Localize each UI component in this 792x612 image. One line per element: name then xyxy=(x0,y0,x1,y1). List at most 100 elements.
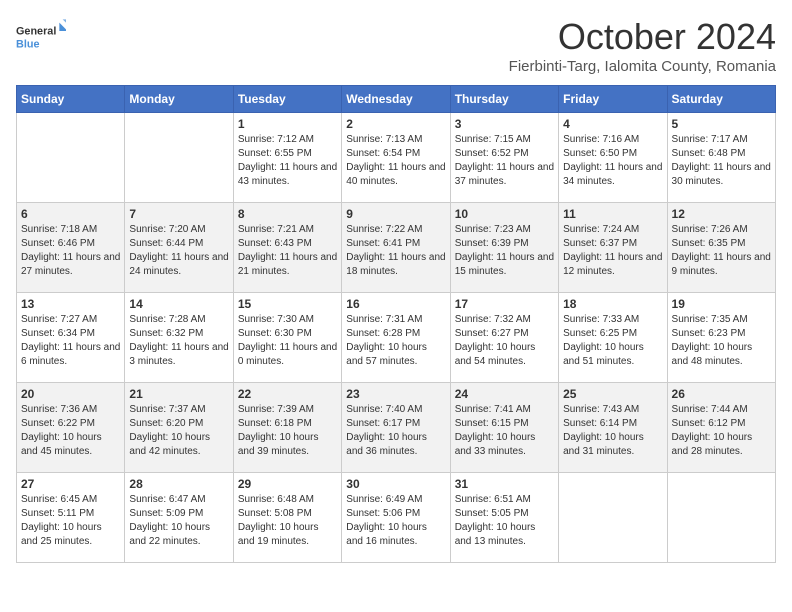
calendar-cell: 22 Sunrise: 7:39 AM Sunset: 6:18 PM Dayli… xyxy=(233,383,341,473)
day-info: Sunrise: 7:21 AM Sunset: 6:43 PM Dayligh… xyxy=(238,223,337,279)
calendar-cell: 23 Sunrise: 7:40 AM Sunset: 6:17 PM Dayli… xyxy=(342,383,450,473)
day-info: Sunrise: 6:47 AM Sunset: 5:09 PM Dayligh… xyxy=(129,493,228,549)
week-row-3: 13 Sunrise: 7:27 AM Sunset: 6:34 PM Dayli… xyxy=(17,293,776,383)
day-info: Sunrise: 6:45 AM Sunset: 5:11 PM Dayligh… xyxy=(21,493,120,549)
calendar-cell: 28 Sunrise: 6:47 AM Sunset: 5:09 PM Dayli… xyxy=(125,473,233,563)
week-row-4: 20 Sunrise: 7:36 AM Sunset: 6:22 PM Dayli… xyxy=(17,383,776,473)
day-number: 16 xyxy=(346,297,445,311)
day-number: 31 xyxy=(455,477,554,491)
day-number: 5 xyxy=(672,117,771,131)
day-info: Sunrise: 7:18 AM Sunset: 6:46 PM Dayligh… xyxy=(21,223,120,279)
calendar-cell: 9 Sunrise: 7:22 AM Sunset: 6:41 PM Daylig… xyxy=(342,203,450,293)
day-number: 12 xyxy=(672,207,771,221)
day-info: Sunrise: 7:33 AM Sunset: 6:25 PM Dayligh… xyxy=(563,313,662,369)
day-info: Sunrise: 7:36 AM Sunset: 6:22 PM Dayligh… xyxy=(21,403,120,459)
day-number: 20 xyxy=(21,387,120,401)
day-info: Sunrise: 7:23 AM Sunset: 6:39 PM Dayligh… xyxy=(455,223,554,279)
title-block: October 2024 Fierbinti-Targ, Ialomita Co… xyxy=(509,16,776,75)
day-info: Sunrise: 7:27 AM Sunset: 6:34 PM Dayligh… xyxy=(21,313,120,369)
day-info: Sunrise: 7:26 AM Sunset: 6:35 PM Dayligh… xyxy=(672,223,771,279)
calendar-cell xyxy=(125,113,233,203)
day-info: Sunrise: 7:22 AM Sunset: 6:41 PM Dayligh… xyxy=(346,223,445,279)
day-info: Sunrise: 7:43 AM Sunset: 6:14 PM Dayligh… xyxy=(563,403,662,459)
day-number: 3 xyxy=(455,117,554,131)
calendar-cell: 17 Sunrise: 7:32 AM Sunset: 6:27 PM Dayli… xyxy=(450,293,558,383)
month-title: October 2024 xyxy=(509,16,776,58)
day-number: 21 xyxy=(129,387,228,401)
header-saturday: Saturday xyxy=(667,86,775,113)
day-number: 1 xyxy=(238,117,337,131)
location-title: Fierbinti-Targ, Ialomita County, Romania xyxy=(509,58,776,75)
week-row-5: 27 Sunrise: 6:45 AM Sunset: 5:11 PM Dayli… xyxy=(17,473,776,563)
calendar-cell xyxy=(667,473,775,563)
day-number: 18 xyxy=(563,297,662,311)
calendar-cell xyxy=(559,473,667,563)
calendar-header-row: SundayMondayTuesdayWednesdayThursdayFrid… xyxy=(17,86,776,113)
page-header: General Blue October 2024 Fierbinti-Targ… xyxy=(16,16,776,75)
day-info: Sunrise: 7:20 AM Sunset: 6:44 PM Dayligh… xyxy=(129,223,228,279)
calendar-cell: 24 Sunrise: 7:41 AM Sunset: 6:15 PM Dayli… xyxy=(450,383,558,473)
week-row-2: 6Sunrise: 7:18 AM Sunset: 6:46 PM Daylig… xyxy=(17,203,776,293)
day-info: Sunrise: 7:17 AM Sunset: 6:48 PM Dayligh… xyxy=(672,133,771,189)
day-info: Sunrise: 7:12 AM Sunset: 6:55 PM Dayligh… xyxy=(238,133,337,189)
header-wednesday: Wednesday xyxy=(342,86,450,113)
calendar-cell: 8Sunrise: 7:21 AM Sunset: 6:43 PM Daylig… xyxy=(233,203,341,293)
calendar-cell: 1 Sunrise: 7:12 AM Sunset: 6:55 PM Daylig… xyxy=(233,113,341,203)
day-number: 4 xyxy=(563,117,662,131)
day-info: Sunrise: 7:15 AM Sunset: 6:52 PM Dayligh… xyxy=(455,133,554,189)
calendar-cell: 7Sunrise: 7:20 AM Sunset: 6:44 PM Daylig… xyxy=(125,203,233,293)
calendar-cell: 6Sunrise: 7:18 AM Sunset: 6:46 PM Daylig… xyxy=(17,203,125,293)
day-number: 11 xyxy=(563,207,662,221)
header-monday: Monday xyxy=(125,86,233,113)
header-tuesday: Tuesday xyxy=(233,86,341,113)
day-info: Sunrise: 7:39 AM Sunset: 6:18 PM Dayligh… xyxy=(238,403,337,459)
calendar-cell: 19Sunrise: 7:35 AM Sunset: 6:23 PM Dayli… xyxy=(667,293,775,383)
day-number: 19 xyxy=(672,297,771,311)
calendar-cell: 5 Sunrise: 7:17 AM Sunset: 6:48 PM Daylig… xyxy=(667,113,775,203)
calendar-cell: 21 Sunrise: 7:37 AM Sunset: 6:20 PM Dayli… xyxy=(125,383,233,473)
day-info: Sunrise: 7:28 AM Sunset: 6:32 PM Dayligh… xyxy=(129,313,228,369)
day-number: 15 xyxy=(238,297,337,311)
day-number: 13 xyxy=(21,297,120,311)
day-info: Sunrise: 7:41 AM Sunset: 6:15 PM Dayligh… xyxy=(455,403,554,459)
day-number: 22 xyxy=(238,387,337,401)
svg-text:General: General xyxy=(16,25,56,37)
day-number: 14 xyxy=(129,297,228,311)
calendar-cell: 27 Sunrise: 6:45 AM Sunset: 5:11 PM Dayli… xyxy=(17,473,125,563)
calendar-cell: 16 Sunrise: 7:31 AM Sunset: 6:28 PM Dayli… xyxy=(342,293,450,383)
calendar-cell: 2 Sunrise: 7:13 AM Sunset: 6:54 PM Daylig… xyxy=(342,113,450,203)
day-number: 28 xyxy=(129,477,228,491)
calendar-cell: 26 Sunrise: 7:44 AM Sunset: 6:12 PM Dayli… xyxy=(667,383,775,473)
calendar-cell: 18 Sunrise: 7:33 AM Sunset: 6:25 PM Dayli… xyxy=(559,293,667,383)
calendar-cell: 10 Sunrise: 7:23 AM Sunset: 6:39 PM Dayli… xyxy=(450,203,558,293)
day-info: Sunrise: 7:13 AM Sunset: 6:54 PM Dayligh… xyxy=(346,133,445,189)
calendar-cell: 15Sunrise: 7:30 AM Sunset: 6:30 PM Dayli… xyxy=(233,293,341,383)
day-number: 9 xyxy=(346,207,445,221)
calendar-table: SundayMondayTuesdayWednesdayThursdayFrid… xyxy=(16,85,776,563)
day-number: 10 xyxy=(455,207,554,221)
logo-svg: General Blue xyxy=(16,16,66,56)
calendar-cell: 31 Sunrise: 6:51 AM Sunset: 5:05 PM Dayli… xyxy=(450,473,558,563)
day-number: 26 xyxy=(672,387,771,401)
svg-text:Blue: Blue xyxy=(16,39,39,51)
day-info: Sunrise: 7:40 AM Sunset: 6:17 PM Dayligh… xyxy=(346,403,445,459)
header-thursday: Thursday xyxy=(450,86,558,113)
day-number: 17 xyxy=(455,297,554,311)
day-info: Sunrise: 7:16 AM Sunset: 6:50 PM Dayligh… xyxy=(563,133,662,189)
day-info: Sunrise: 7:44 AM Sunset: 6:12 PM Dayligh… xyxy=(672,403,771,459)
day-info: Sunrise: 7:32 AM Sunset: 6:27 PM Dayligh… xyxy=(455,313,554,369)
header-friday: Friday xyxy=(559,86,667,113)
day-number: 27 xyxy=(21,477,120,491)
header-sunday: Sunday xyxy=(17,86,125,113)
day-number: 24 xyxy=(455,387,554,401)
calendar-cell: 13 Sunrise: 7:27 AM Sunset: 6:34 PM Dayli… xyxy=(17,293,125,383)
calendar-cell xyxy=(17,113,125,203)
logo: General Blue xyxy=(16,16,66,56)
day-info: Sunrise: 7:37 AM Sunset: 6:20 PM Dayligh… xyxy=(129,403,228,459)
day-info: Sunrise: 7:31 AM Sunset: 6:28 PM Dayligh… xyxy=(346,313,445,369)
day-number: 2 xyxy=(346,117,445,131)
day-number: 23 xyxy=(346,387,445,401)
day-info: Sunrise: 6:51 AM Sunset: 5:05 PM Dayligh… xyxy=(455,493,554,549)
day-number: 25 xyxy=(563,387,662,401)
calendar-cell: 11Sunrise: 7:24 AM Sunset: 6:37 PM Dayli… xyxy=(559,203,667,293)
